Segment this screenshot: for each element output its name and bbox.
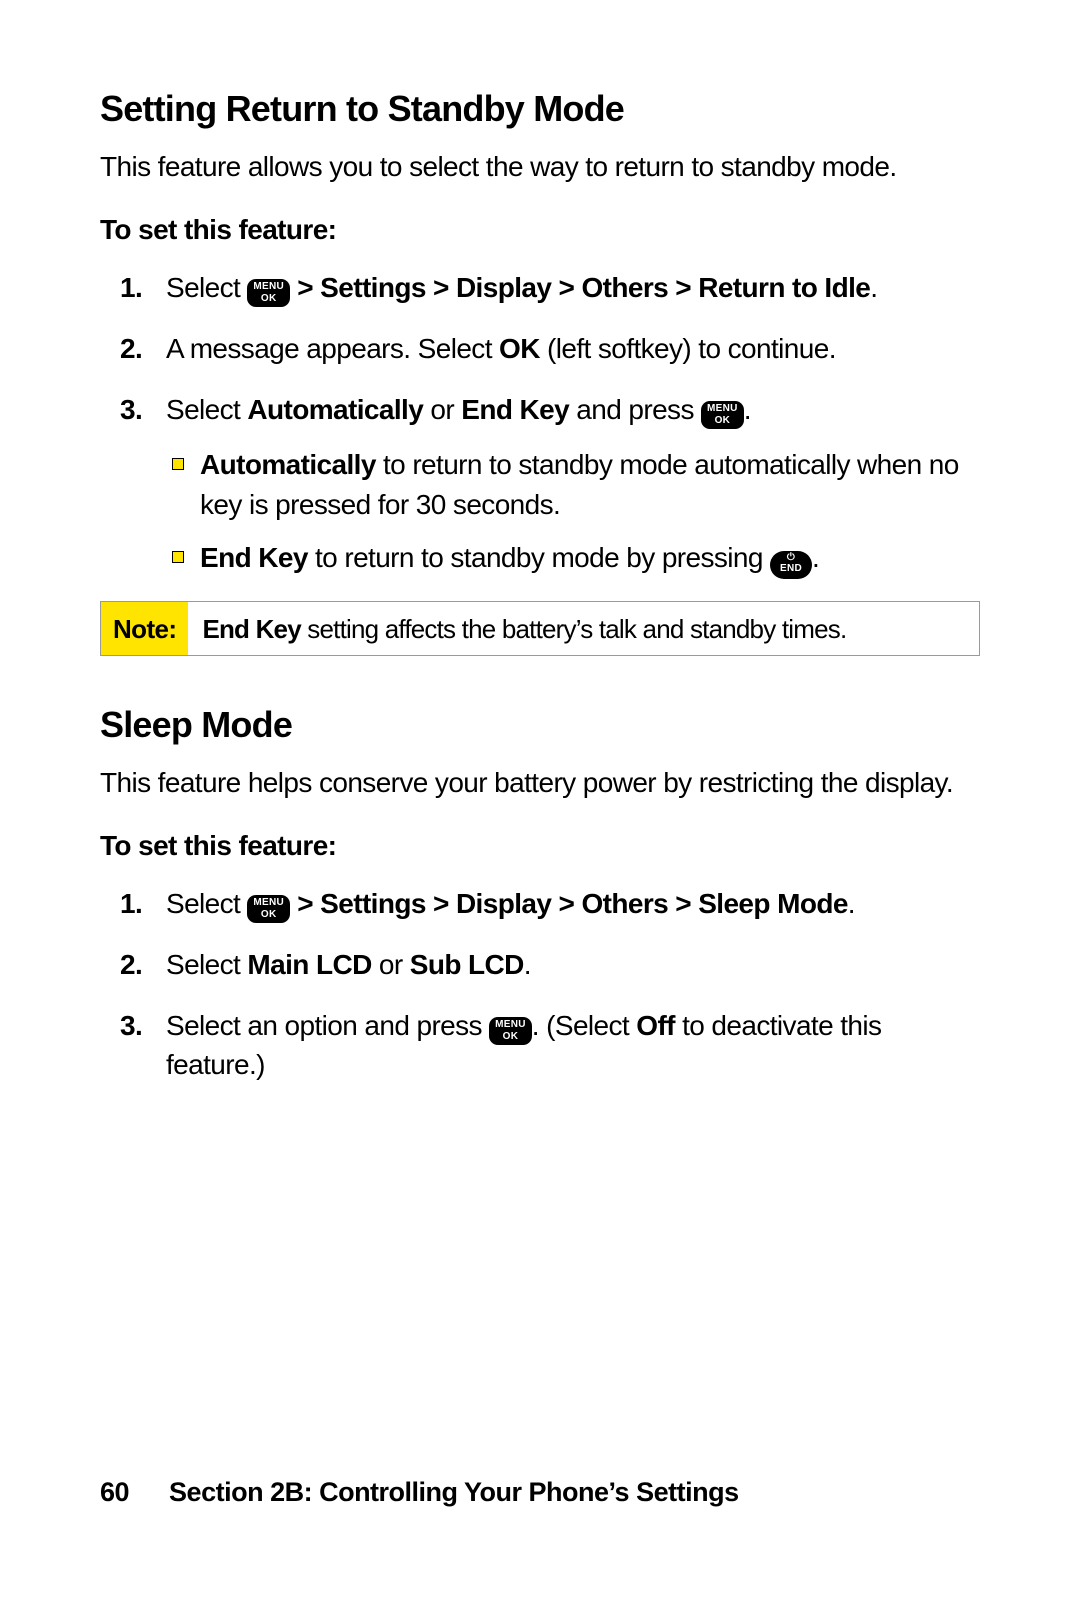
step-text: A message appears. Select xyxy=(166,333,499,364)
page-number: 60 xyxy=(100,1477,129,1508)
step-text-bold: Off xyxy=(636,1010,675,1041)
step-3: 3. Select an option and press . (Select … xyxy=(166,1006,980,1084)
step-1: 1. Select > Settings > Display > Others … xyxy=(166,884,980,923)
menu-ok-key-icon xyxy=(247,895,290,923)
step-text-bold: End Key xyxy=(461,394,569,425)
step-2: 2. Select Main LCD or Sub LCD. xyxy=(166,945,980,984)
note-text-bold: End Key xyxy=(202,614,300,644)
step-text: . xyxy=(744,394,751,425)
page-footer: 60 Section 2B: Controlling Your Phone’s S… xyxy=(100,1477,739,1508)
step-number: 2. xyxy=(120,945,142,984)
step-number: 1. xyxy=(120,884,142,923)
end-key-icon xyxy=(770,551,812,579)
step-text: . xyxy=(870,272,877,303)
heading-return-standby: Setting Return to Standby Mode xyxy=(100,88,980,130)
note-body: End Key setting affects the battery’s ta… xyxy=(188,602,860,655)
sub-bullets: Automatically to return to standby mode … xyxy=(166,445,980,578)
step-3: 3. Select Automatically or End Key and p… xyxy=(166,390,980,579)
steps-sleep-mode: 1. Select > Settings > Display > Others … xyxy=(100,884,980,1085)
bullet-text-bold: Automatically xyxy=(200,449,376,480)
intro-return-standby: This feature allows you to select the wa… xyxy=(100,148,980,186)
note-box: Note: End Key setting affects the batter… xyxy=(100,601,980,656)
subhead-set-feature-1: To set this feature: xyxy=(100,214,980,246)
step-number: 2. xyxy=(120,329,142,368)
step-text: and press xyxy=(569,394,701,425)
step-text-bold: Sub LCD xyxy=(410,949,524,980)
step-2: 2. A message appears. Select OK (left so… xyxy=(166,329,980,368)
bullet-automatically: Automatically to return to standby mode … xyxy=(200,445,980,523)
step-text: Select an option and press xyxy=(166,1010,489,1041)
step-number: 3. xyxy=(120,1006,142,1045)
step-text: . xyxy=(524,949,531,980)
step-text: (left softkey) to continue. xyxy=(540,333,836,364)
step-text: or xyxy=(423,394,461,425)
steps-return-standby: 1. Select > Settings > Display > Others … xyxy=(100,268,980,579)
step-text: . xyxy=(848,888,855,919)
step-number: 1. xyxy=(120,268,142,307)
bullet-text-bold: End Key xyxy=(200,542,308,573)
step-text-bold: Main LCD xyxy=(247,949,371,980)
step-path: > Settings > Display > Others > Sleep Mo… xyxy=(290,888,848,919)
step-text-bold: Automatically xyxy=(247,394,423,425)
step-1: 1. Select > Settings > Display > Others … xyxy=(166,268,980,307)
note-label: Note: xyxy=(101,602,188,655)
step-text: Select xyxy=(166,888,247,919)
note-text: setting affects the battery’s talk and s… xyxy=(301,614,847,644)
section-label: Section 2B: Controlling Your Phone’s Set… xyxy=(169,1477,739,1507)
menu-ok-key-icon xyxy=(489,1017,532,1045)
bullet-text: . xyxy=(812,542,819,573)
menu-ok-key-icon xyxy=(701,401,744,429)
step-text-bold: OK xyxy=(499,333,540,364)
step-text: Select xyxy=(166,949,247,980)
step-text: Select xyxy=(166,394,247,425)
bullet-end-key: End Key to return to standby mode by pre… xyxy=(200,538,980,579)
step-text: Select xyxy=(166,272,247,303)
step-number: 3. xyxy=(120,390,142,429)
step-path: > Settings > Display > Others > Return t… xyxy=(290,272,870,303)
bullet-text: to return to standby mode by pressing xyxy=(308,542,770,573)
step-text: . (Select xyxy=(532,1010,636,1041)
manual-page: Setting Return to Standby Mode This feat… xyxy=(0,0,1080,1620)
heading-sleep-mode: Sleep Mode xyxy=(100,704,980,746)
intro-sleep-mode: This feature helps conserve your battery… xyxy=(100,764,980,802)
menu-ok-key-icon xyxy=(247,279,290,307)
step-text: or xyxy=(372,949,410,980)
subhead-set-feature-2: To set this feature: xyxy=(100,830,980,862)
